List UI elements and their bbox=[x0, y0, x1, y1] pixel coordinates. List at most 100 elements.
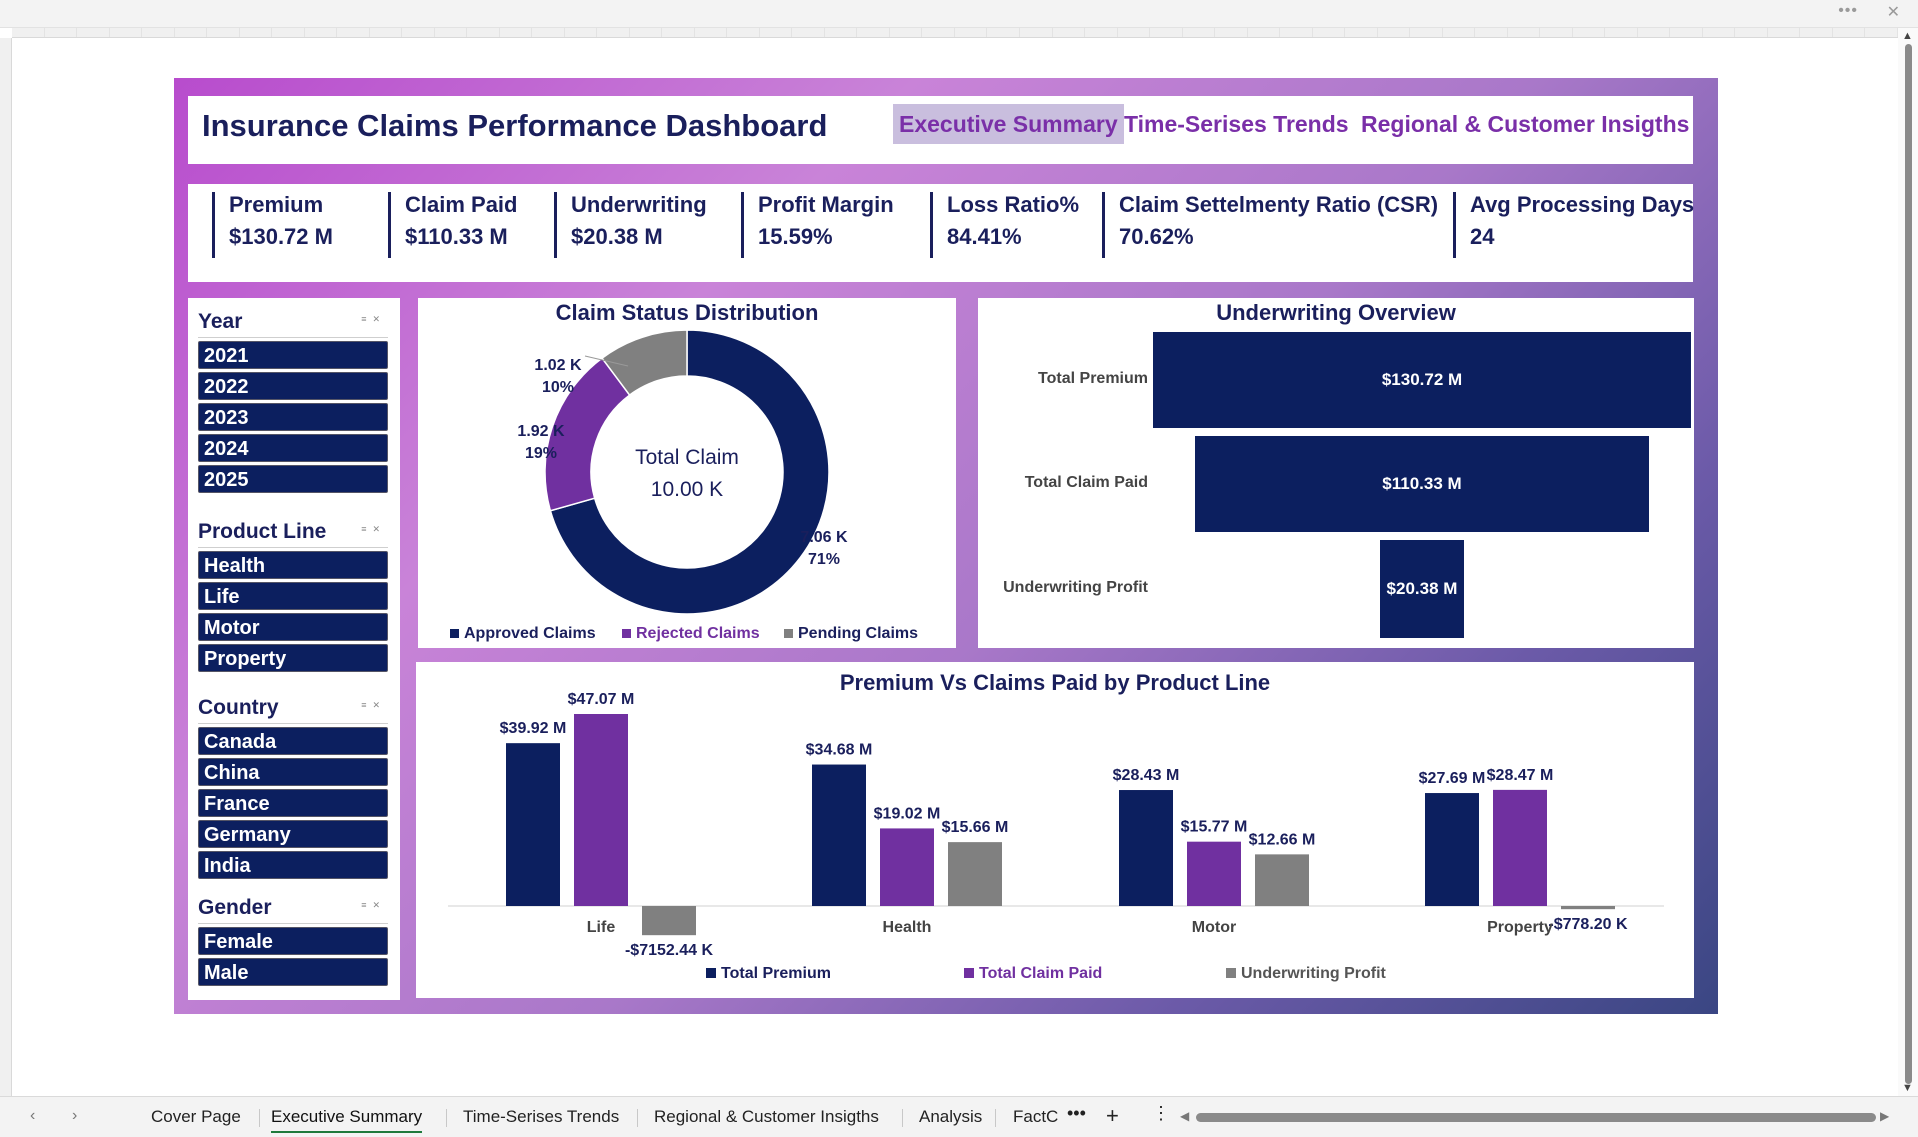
slicer-item-2021[interactable]: 2021 bbox=[198, 341, 388, 369]
bar[interactable] bbox=[1187, 841, 1241, 906]
bar[interactable] bbox=[1255, 854, 1309, 906]
underwriting-row-label: Total Premium bbox=[1038, 370, 1148, 387]
slice-pct-label: 19% bbox=[525, 445, 557, 462]
add-sheet-icon[interactable]: + bbox=[1106, 1103, 1119, 1129]
slicer-item-property[interactable]: Property bbox=[198, 644, 388, 672]
row-header bbox=[0, 205, 11, 214]
nav-regional-customer-insights[interactable]: Regional & Customer Insigths bbox=[1355, 104, 1695, 144]
row-header bbox=[0, 1061, 11, 1070]
column-header bbox=[825, 28, 858, 37]
sheet-tab-cover-page[interactable]: Cover Page bbox=[151, 1107, 241, 1127]
tab-next-icon[interactable]: › bbox=[72, 1107, 77, 1125]
underwriting-bar[interactable]: $130.72 M bbox=[1153, 332, 1691, 428]
slicer-item-india[interactable]: India bbox=[198, 851, 388, 879]
tab-divider bbox=[259, 1109, 260, 1127]
scroll-thumb[interactable] bbox=[1905, 44, 1912, 1084]
column-header bbox=[1508, 28, 1541, 37]
multi-select-icon[interactable]: ≡✕ bbox=[361, 700, 386, 711]
multi-select-icon[interactable]: ≡✕ bbox=[361, 314, 386, 325]
slicer-item-motor[interactable]: Motor bbox=[198, 613, 388, 641]
sheet-options-icon[interactable]: ⋮ bbox=[1152, 1103, 1170, 1124]
row-header bbox=[0, 336, 11, 345]
horizontal-scroll-thumb[interactable] bbox=[1196, 1113, 1876, 1122]
row-header bbox=[0, 652, 11, 661]
kpi-label: Loss Ratio% bbox=[947, 192, 1080, 217]
column-header bbox=[565, 28, 598, 37]
row-header bbox=[0, 94, 11, 103]
row-header bbox=[0, 689, 11, 698]
tab-prev-icon[interactable]: ‹ bbox=[30, 1107, 35, 1125]
row-header bbox=[0, 996, 11, 1005]
slicer-item-canada[interactable]: Canada bbox=[198, 727, 388, 755]
row-header bbox=[0, 670, 11, 679]
bar-data-label: $19.02 M bbox=[874, 805, 941, 822]
column-header bbox=[1475, 28, 1508, 37]
close-icon[interactable]: ✕ bbox=[1887, 2, 1900, 22]
slicer-item-2025[interactable]: 2025 bbox=[198, 465, 388, 493]
bar-data-label: $34.68 M bbox=[806, 742, 873, 759]
underwriting-bar[interactable]: $20.38 M bbox=[1380, 540, 1464, 638]
slicer-item-france[interactable]: France bbox=[198, 789, 388, 817]
row-header bbox=[0, 884, 11, 893]
slicer-item-2022[interactable]: 2022 bbox=[198, 372, 388, 400]
scroll-up-icon[interactable]: ▲ bbox=[1902, 30, 1913, 42]
multi-select-icon[interactable]: ≡✕ bbox=[361, 900, 386, 911]
sheet-tab-analysis[interactable]: Analysis bbox=[919, 1107, 982, 1127]
hscroll-right-icon[interactable]: ▶ bbox=[1880, 1109, 1889, 1123]
column-header bbox=[207, 28, 240, 37]
column-header bbox=[1865, 28, 1898, 37]
row-header bbox=[0, 317, 11, 326]
row-header bbox=[0, 614, 11, 623]
column-header bbox=[500, 28, 533, 37]
column-header bbox=[857, 28, 890, 37]
more-sheets-icon[interactable]: ••• bbox=[1067, 1103, 1086, 1124]
slicer-item-female[interactable]: Female bbox=[198, 927, 388, 955]
slicer-item-health[interactable]: Health bbox=[198, 551, 388, 579]
legend-label: Underwriting Profit bbox=[1241, 965, 1387, 982]
bar[interactable] bbox=[880, 828, 934, 906]
bar[interactable] bbox=[948, 842, 1002, 906]
row-header bbox=[0, 66, 11, 75]
bar[interactable] bbox=[506, 743, 560, 906]
row-header bbox=[0, 587, 11, 596]
bar[interactable] bbox=[812, 764, 866, 906]
column-header bbox=[890, 28, 923, 37]
bar[interactable] bbox=[1561, 906, 1615, 910]
row-header bbox=[0, 828, 11, 837]
hscroll-left-icon[interactable]: ◀ bbox=[1180, 1109, 1189, 1123]
sheet-tab-executive-summary[interactable]: Executive Summary bbox=[271, 1107, 423, 1133]
slicer-panel: Year ≡✕ 2021 2022 2023 2024 2025 Product… bbox=[188, 298, 400, 1000]
bar[interactable] bbox=[642, 906, 696, 936]
bar[interactable] bbox=[1425, 793, 1479, 906]
nav-time-series-trends[interactable]: Time-Serises Trends bbox=[1118, 104, 1355, 144]
row-header bbox=[0, 308, 11, 317]
multi-select-icon[interactable]: ≡✕ bbox=[361, 524, 386, 535]
sheet-tab-factc[interactable]: FactC bbox=[1013, 1107, 1058, 1127]
slicer-header: Gender ≡✕ bbox=[198, 890, 388, 924]
underwriting-bar[interactable]: $110.33 M bbox=[1194, 436, 1650, 532]
slicer-item-male[interactable]: Male bbox=[198, 958, 388, 986]
slicer-item-2023[interactable]: 2023 bbox=[198, 403, 388, 431]
bar[interactable] bbox=[1493, 789, 1547, 906]
scroll-down-icon[interactable]: ▼ bbox=[1902, 1082, 1913, 1094]
slicer-item-germany[interactable]: Germany bbox=[198, 820, 388, 848]
bar[interactable] bbox=[574, 714, 628, 906]
row-header bbox=[0, 958, 11, 967]
row-header bbox=[0, 345, 11, 354]
sheet-tab-time-series-trends[interactable]: Time-Serises Trends bbox=[463, 1107, 619, 1127]
slicer-item-2024[interactable]: 2024 bbox=[198, 434, 388, 462]
row-header bbox=[0, 605, 11, 614]
slicer-item-china[interactable]: China bbox=[198, 758, 388, 786]
slicer-country: Country ≡✕ Canada China France Germany I… bbox=[198, 690, 388, 879]
sheet-tab-regional-customer-insights[interactable]: Regional & Customer Insigths bbox=[654, 1107, 879, 1127]
vertical-scrollbar[interactable]: ▲ ▼ bbox=[1898, 28, 1918, 1096]
kpi-premium: Premium $130.72 M bbox=[212, 192, 333, 258]
bar[interactable] bbox=[1119, 790, 1173, 906]
more-icon[interactable]: ••• bbox=[1838, 2, 1858, 20]
underwriting-panel: Underwriting Overview $130.72 M Total Pre… bbox=[978, 298, 1694, 648]
slicer-item-life[interactable]: Life bbox=[198, 582, 388, 610]
row-header bbox=[0, 466, 11, 475]
nav-executive-summary[interactable]: Executive Summary bbox=[893, 104, 1124, 144]
row-header bbox=[0, 131, 11, 140]
row-header bbox=[0, 270, 11, 279]
